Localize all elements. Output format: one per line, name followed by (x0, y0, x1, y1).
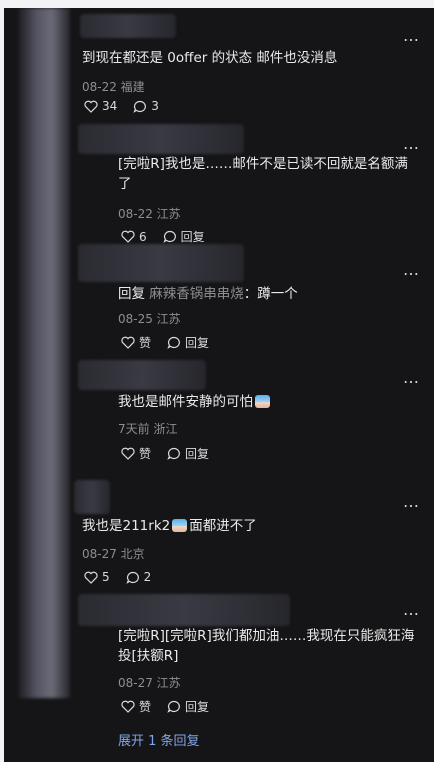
emoji-sticker-icon (172, 519, 188, 532)
heart-icon (121, 700, 135, 713)
like-label-4: 赞 (139, 447, 152, 461)
more-options-icon-6[interactable]: … (403, 600, 420, 619)
comment-bubble-icon (125, 571, 139, 584)
comment-meta-6: 08-27 江苏 (118, 676, 181, 690)
reply-label-6: 回复 (185, 700, 210, 714)
reply-to-username[interactable]: 麻辣香锅串串烧 (149, 286, 244, 302)
comment-meta-2: 08-22 江苏 (118, 207, 181, 221)
blurred-username-1[interactable] (80, 14, 176, 38)
comment-text-4-body: 我也是邮件安静的可怕 (118, 394, 253, 410)
reply-count-5: 2 (143, 570, 152, 584)
comment-text-5-b: 面都进不了 (189, 518, 257, 534)
blurred-username-3[interactable] (78, 244, 244, 282)
like-label-3: 赞 (139, 336, 152, 350)
more-options-icon-4[interactable]: … (403, 368, 420, 387)
reply-label-4: 回复 (185, 447, 210, 461)
reply-label-3: 回复 (185, 336, 210, 350)
reply-count-1: 3 (151, 99, 159, 113)
heart-icon (84, 571, 98, 584)
reply-button-6[interactable]: 回复 (167, 698, 209, 715)
comment-meta-5: 08-27 北京 (82, 547, 145, 561)
reply-button-5[interactable]: 2 (125, 570, 152, 584)
heart-icon (84, 100, 98, 113)
blurred-image-strip (18, 8, 70, 698)
comment-text-2: [完啦R]我也是……邮件不是已读不回就是名额满了 (118, 156, 408, 192)
comment-meta-1: 08-22 福建 (82, 80, 145, 94)
emoji-sticker-icon (255, 395, 270, 408)
like-count-1: 34 (102, 99, 118, 113)
reply-label-2: 回复 (180, 230, 205, 244)
comment-meta-3: 08-25 江苏 (118, 312, 181, 326)
reply-button-1[interactable]: 3 (133, 99, 159, 113)
like-button-1[interactable]: 34 (84, 99, 117, 113)
like-button-4[interactable]: 赞 (121, 445, 151, 462)
heart-icon (121, 230, 135, 243)
blurred-username-4[interactable] (78, 360, 206, 390)
comment-bubble-icon (162, 230, 176, 243)
like-button-6[interactable]: 赞 (121, 698, 151, 715)
blurred-username-2[interactable] (78, 124, 244, 154)
comment-bubble-icon (167, 336, 180, 349)
heart-icon (121, 447, 135, 460)
comment-text-1: 到现在都还是 0offer 的状态 邮件也没消息 (82, 50, 338, 66)
more-options-icon-3[interactable]: … (403, 260, 420, 279)
reply-body: ：蹲一个 (243, 286, 298, 302)
reply-button-4[interactable]: 回复 (167, 445, 209, 462)
like-button-5[interactable]: 5 (84, 570, 110, 584)
comment-text-3: 回复 麻辣香锅串串烧：蹲一个 (118, 284, 298, 304)
reply-button-2[interactable]: 回复 (162, 228, 205, 245)
comment-meta-4: 7天前 浙江 (118, 422, 178, 436)
like-count-5: 5 (102, 570, 110, 584)
more-options-icon-2[interactable]: … (403, 134, 420, 153)
more-options-icon-5[interactable]: … (403, 492, 420, 511)
like-button-2[interactable]: 6 (121, 230, 147, 244)
blurred-username-6[interactable] (78, 594, 290, 626)
reply-prefix: 回复 (118, 286, 145, 302)
heart-icon (121, 336, 135, 349)
comment-text-5: 我也是211rk2 面都进不了 (82, 516, 257, 536)
comment-bubble-icon (167, 700, 180, 713)
like-button-3[interactable]: 赞 (121, 334, 151, 351)
comment-bubble-icon (167, 447, 180, 460)
more-options-icon-1[interactable]: … (403, 26, 420, 45)
comment-text-5-a: 我也是211rk2 (82, 518, 171, 534)
like-label-6: 赞 (139, 700, 152, 714)
reply-button-3[interactable]: 回复 (167, 334, 209, 351)
comment-text-6: [完啦R][完啦R]我们都加油……我现在只能疯狂海投[扶额R] (118, 628, 415, 664)
blurred-avatar-5[interactable] (74, 480, 110, 514)
like-count-2: 6 (139, 229, 147, 244)
comments-panel: … 到现在都还是 0offer 的状态 邮件也没消息 08-22 福建 34 3… (4, 8, 434, 762)
comment-text-4: 我也是邮件安静的可怕 (118, 392, 272, 412)
expand-replies-link[interactable]: 展开 1 条回复 (118, 730, 200, 749)
comment-bubble-icon (133, 100, 147, 113)
